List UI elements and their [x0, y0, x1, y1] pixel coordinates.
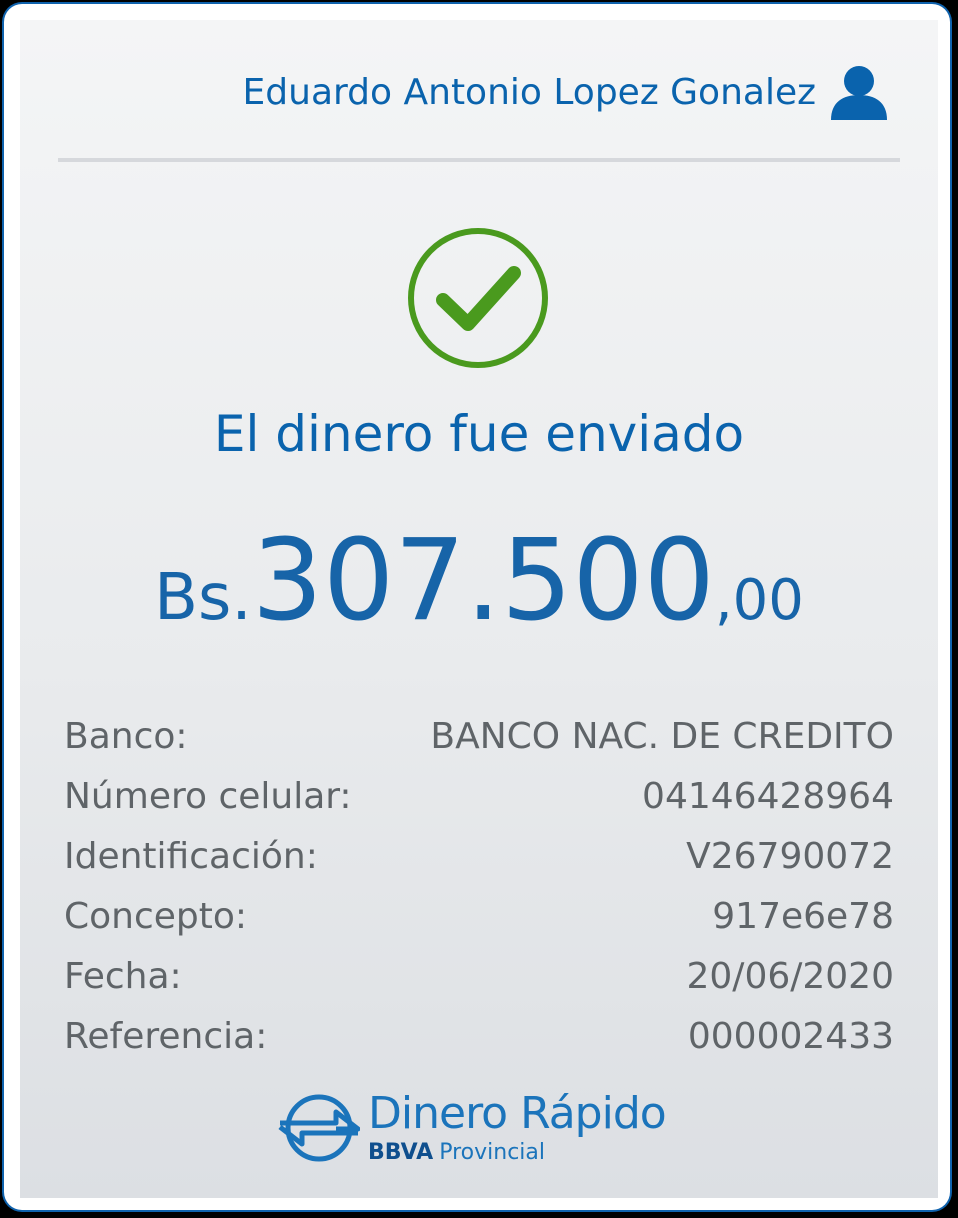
detail-label: Número celular: [64, 775, 352, 817]
detail-row-banco: Banco: BANCO NAC. DE CREDITO [64, 706, 894, 766]
amount-integer: 307.500 [251, 516, 715, 646]
detail-value: 20/06/2020 [686, 955, 895, 997]
detail-label: Identificación: [64, 835, 318, 877]
detail-value: 04146428964 [642, 775, 894, 817]
detail-row-concepto: Concepto: 917e6e78 [64, 886, 894, 946]
detail-row-identificacion: Identificación: V26790072 [64, 826, 894, 886]
details-list: Banco: BANCO NAC. DE CREDITO Número celu… [64, 706, 894, 1066]
amount-currency: Bs. [154, 561, 252, 635]
amount-cents: ,00 [714, 568, 804, 633]
status-title: El dinero fue enviado [213, 405, 745, 463]
receipt-card: Eduardo Antonio Lopez Gonalez El dinero … [20, 20, 938, 1198]
detail-label: Fecha: [64, 955, 182, 997]
amount: Bs.307.500,00 [20, 525, 938, 637]
detail-row-fecha: Fecha: 20/06/2020 [64, 946, 894, 1006]
brand-text: Dinero Rápido BBVA Provincial [368, 1088, 667, 1164]
user-icon[interactable] [828, 62, 890, 122]
detail-label: Banco: [64, 715, 188, 757]
check-circle-icon [408, 228, 548, 368]
detail-value: 917e6e78 [712, 895, 894, 937]
detail-label: Concepto: [64, 895, 248, 937]
brand-subtitle: BBVA Provincial [368, 1142, 666, 1164]
detail-row-referencia: Referencia: 000002433 [64, 1006, 894, 1066]
transfer-arrows-icon [278, 1094, 360, 1162]
detail-label: Referencia: [64, 1015, 268, 1057]
brand-logo: Dinero Rápido BBVA Provincial [278, 1088, 667, 1164]
header-divider [58, 158, 900, 162]
detail-row-numero-celular: Número celular: 04146428964 [64, 766, 894, 826]
brand-name: Dinero Rápido [368, 1088, 667, 1139]
brand-sub: Provincial [439, 1140, 545, 1165]
user-header: Eduardo Antonio Lopez Gonalez [243, 62, 890, 122]
user-name: Eduardo Antonio Lopez Gonalez [242, 71, 816, 113]
detail-value: 000002433 [687, 1015, 894, 1057]
brand-bank: BBVA [368, 1140, 434, 1165]
detail-value: V26790072 [686, 835, 894, 877]
detail-value: BANCO NAC. DE CREDITO [430, 715, 894, 757]
